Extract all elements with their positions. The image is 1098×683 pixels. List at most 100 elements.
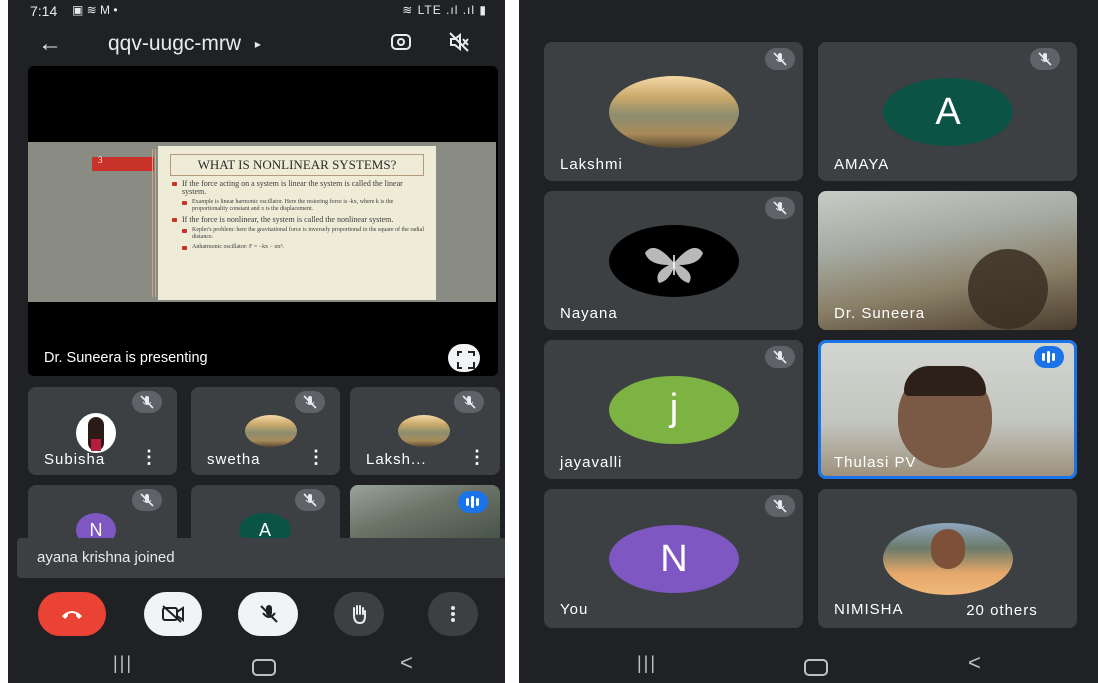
meeting-code: qqv-uugc-mrw [108, 32, 242, 55]
recents-icon[interactable]: ||| [637, 653, 657, 674]
chevron-right-icon: ▸ [254, 37, 261, 52]
participant-name: swetha [207, 451, 261, 468]
join-notification: ayana krishna joined [17, 538, 505, 578]
notification-icons: ▣ ≋ M • [72, 3, 118, 17]
mic-off-icon [765, 346, 795, 368]
mic-off-icon [765, 197, 795, 219]
slide-sub-bullet: Example is linear harmonic oscillator. H… [170, 199, 428, 213]
more-options-button[interactable] [428, 592, 478, 636]
mic-toggle-button[interactable] [238, 592, 298, 636]
participant-name: Lakshmi [560, 156, 623, 173]
mic-off-icon [1030, 48, 1060, 70]
mic-off-icon [295, 391, 325, 413]
home-icon[interactable] [804, 659, 828, 676]
raise-hand-button[interactable] [334, 592, 384, 636]
signal-battery-icons: ≋ LTE .ıl .ıl ▮ [402, 3, 487, 17]
participant-photo [398, 415, 450, 447]
presentation-view[interactable]: 3 WHAT IS NONLINEAR SYSTEMS? If the forc… [28, 66, 498, 376]
meeting-code-button[interactable]: qqv-uugc-mrw ▸ [108, 32, 261, 56]
presenter-label: Dr. Suneera is presenting [44, 350, 208, 366]
presentation-slide: 3 WHAT IS NONLINEAR SYSTEMS? If the forc… [28, 142, 496, 302]
mic-off-icon [765, 495, 795, 517]
join-notification-text: ayana krishna joined [37, 549, 175, 566]
participant-tile[interactable]: A AMAYA [818, 42, 1077, 181]
participant-photo [609, 76, 739, 148]
more-vert-icon[interactable]: ⋮ [140, 447, 158, 468]
system-nav-bar: ||| < [8, 645, 505, 683]
participant-name: NIMISHA [834, 601, 904, 618]
mic-off-icon [765, 48, 795, 70]
mic-off-icon [260, 605, 278, 623]
photo-face-shape [931, 529, 965, 569]
slide-number: 3 [98, 155, 103, 165]
participant-tile[interactable]: j jayavalli [544, 340, 803, 479]
camera-off-icon [162, 605, 184, 623]
slide-decor-line [155, 149, 156, 297]
participant-name: Subisha [44, 451, 106, 468]
fullscreen-icon [455, 356, 475, 362]
participant-name: AMAYA [834, 156, 890, 173]
slide-body: If the force acting on a system is linea… [170, 180, 428, 254]
slide-sub-bullet: Kepler's problem: here the gravitational… [170, 227, 428, 241]
slide-decor-line [152, 149, 153, 297]
participant-name: Thulasi PV [834, 454, 917, 471]
participant-tile[interactable]: Nayana [544, 191, 803, 330]
speaking-indicator-icon [458, 491, 488, 513]
back-nav-icon[interactable]: < [968, 650, 981, 676]
end-call-icon [62, 611, 82, 619]
speaking-indicator-icon [1034, 346, 1064, 368]
status-bar: 7:14 ▣ ≋ M • ≋ LTE .ıl .ıl ▮ [8, 0, 505, 24]
recents-icon[interactable]: ||| [113, 653, 133, 674]
participant-name: Laksh... [366, 451, 427, 468]
home-icon[interactable] [252, 659, 276, 676]
mic-off-icon [132, 391, 162, 413]
back-nav-icon[interactable]: < [400, 650, 413, 676]
participant-photo [245, 415, 297, 447]
slide-title: WHAT IS NONLINEAR SYSTEMS? [170, 154, 424, 176]
participant-tile[interactable]: swetha ⋮ [191, 387, 340, 475]
participant-video-tile[interactable]: Thulasi PV [818, 340, 1077, 479]
participant-name: Dr. Suneera [834, 305, 926, 322]
video-person-shape [968, 249, 1048, 329]
participant-tile-self[interactable]: N You [544, 489, 803, 628]
video-hair-shape [904, 366, 986, 396]
meeting-top-bar: ← qqv-uugc-mrw ▸ [8, 24, 505, 66]
arrow-back-icon[interactable]: ← [38, 30, 62, 58]
slide-page: WHAT IS NONLINEAR SYSTEMS? If the force … [152, 146, 436, 300]
left-phone-screen: 7:14 ▣ ≋ M • ≋ LTE .ıl .ıl ▮ ← qqv-uugc-… [8, 0, 505, 683]
switch-camera-icon[interactable] [390, 31, 412, 53]
slide-bullet: If the force is nonlinear, the system is… [170, 216, 428, 224]
speaker-off-icon[interactable] [448, 31, 470, 53]
participant-tile[interactable]: Laksh... ⋮ [350, 387, 500, 475]
more-vert-icon[interactable]: ⋮ [307, 447, 325, 468]
participant-avatar: j [609, 376, 739, 444]
participant-avatar: A [883, 78, 1013, 146]
mic-off-icon [454, 391, 484, 413]
participant-avatar: N [609, 525, 739, 593]
fullscreen-button[interactable] [448, 344, 480, 372]
system-nav-bar: ||| < [519, 645, 1098, 683]
participant-photo [76, 413, 116, 453]
mic-off-icon [132, 489, 162, 511]
camera-toggle-button[interactable] [144, 592, 202, 636]
participant-name: jayavalli [560, 454, 623, 471]
participant-photo [883, 523, 1013, 595]
right-phone-screen: Lakshmi A AMAYA Nayana Dr. Suneera j jay… [519, 0, 1098, 683]
participant-name: Nayana [560, 305, 618, 322]
butterfly-image [645, 247, 703, 283]
more-vert-icon [451, 606, 455, 622]
status-time: 7:14 [30, 3, 58, 19]
raise-hand-icon [353, 605, 366, 625]
participant-video-tile[interactable]: Dr. Suneera [818, 191, 1077, 330]
end-call-button[interactable] [38, 592, 106, 636]
slide-bullet: If the force acting on a system is linea… [170, 180, 428, 196]
photo-dress [91, 439, 101, 451]
participant-tile[interactable]: Lakshmi [544, 42, 803, 181]
mic-off-icon [295, 489, 325, 511]
participant-photo [609, 225, 739, 297]
participant-name: You [560, 601, 589, 618]
more-vert-icon[interactable]: ⋮ [468, 447, 486, 468]
participant-tile[interactable]: Subisha ⋮ [28, 387, 177, 475]
others-count-chip[interactable]: 20 others [937, 598, 1067, 624]
slide-sub-bullet: Anharmonic oscillator: F = −kx − αx³. [170, 244, 428, 251]
